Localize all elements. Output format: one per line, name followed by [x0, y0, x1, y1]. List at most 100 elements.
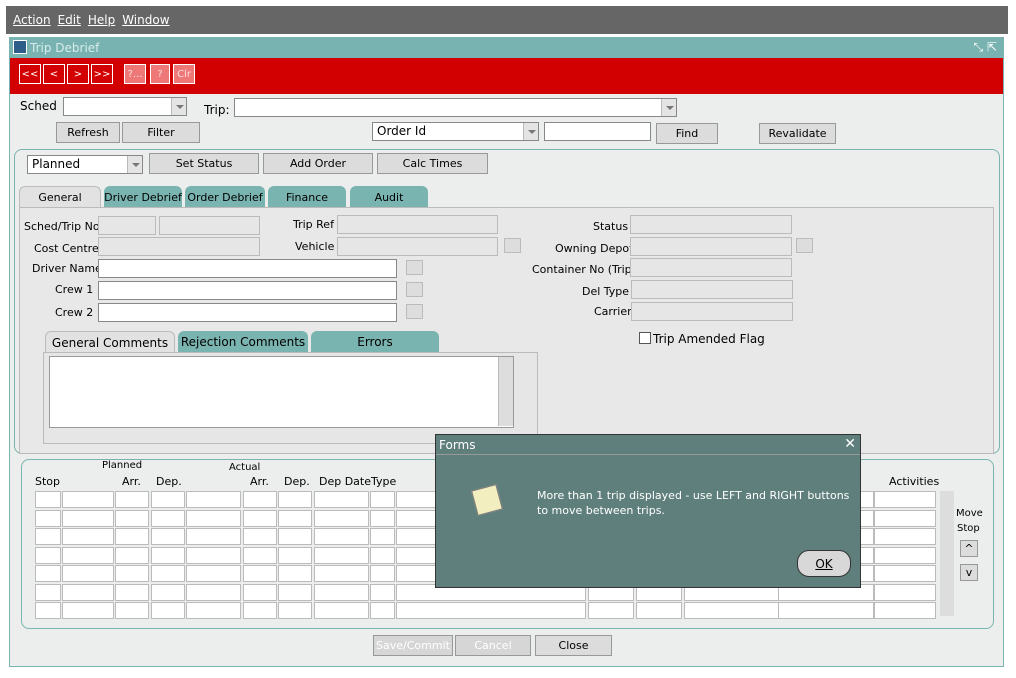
stops-grid-cell[interactable] — [186, 509, 241, 527]
stops-grid-cell[interactable] — [35, 583, 61, 601]
stops-grid-cell[interactable] — [370, 528, 395, 545]
stops-grid-cell[interactable] — [243, 491, 277, 508]
chevron-down-icon[interactable] — [661, 99, 676, 116]
stops-grid-cell[interactable] — [186, 491, 241, 508]
stops-grid-cell[interactable] — [778, 602, 874, 619]
stops-grid-cell[interactable] — [243, 583, 277, 601]
stops-grid-cell[interactable] — [35, 528, 61, 545]
stops-grid-cell[interactable] — [62, 491, 114, 508]
menu-edit[interactable]: Edit — [58, 13, 81, 27]
revalidate-button[interactable]: Revalidate — [759, 123, 836, 144]
save-commit-button[interactable]: Save/Commit — [373, 635, 453, 656]
stops-grid-cell[interactable] — [314, 546, 369, 564]
driver-name-field[interactable] — [98, 259, 397, 278]
menu-help[interactable]: Help — [88, 13, 115, 27]
stops-grid-cell[interactable] — [278, 602, 312, 619]
stops-grid-cell[interactable] — [115, 491, 149, 508]
stops-grid-cell[interactable] — [243, 565, 277, 582]
move-stop-down-button[interactable]: v — [960, 564, 978, 581]
stops-grid-cell[interactable] — [151, 491, 185, 508]
ok-button[interactable]: OK — [797, 550, 851, 577]
first-record-button[interactable]: << — [19, 64, 41, 84]
stops-grid-cell[interactable] — [186, 546, 241, 564]
stops-grid-cell[interactable] — [874, 509, 936, 527]
stops-grid-cell[interactable] — [151, 583, 185, 601]
stops-grid-cell[interactable] — [186, 583, 241, 601]
stops-grid-cell[interactable] — [874, 583, 936, 601]
search-type-select[interactable]: Order Id — [372, 122, 539, 141]
refresh-button[interactable]: Refresh — [56, 122, 120, 143]
stops-grid-cell[interactable] — [62, 528, 114, 545]
stops-grid-cell[interactable] — [151, 546, 185, 564]
stops-grid-cell[interactable] — [35, 509, 61, 527]
comments-scrollbar[interactable] — [498, 357, 513, 426]
set-status-button[interactable]: Set Status — [149, 153, 259, 174]
tab-audit[interactable]: Audit — [350, 186, 428, 208]
chevron-down-icon[interactable] — [523, 123, 538, 140]
find-button[interactable]: Find — [656, 123, 718, 144]
stops-grid-cell[interactable] — [151, 602, 185, 619]
cancel-button[interactable]: Cancel — [455, 635, 531, 656]
comments-textarea[interactable] — [49, 356, 514, 428]
container-no-field[interactable] — [630, 258, 792, 277]
stops-grid-cell[interactable] — [314, 509, 369, 527]
tab-driver-debrief[interactable]: Driver Debrief — [104, 186, 182, 208]
sched-no-field[interactable] — [98, 216, 156, 235]
stops-grid-cell[interactable] — [35, 602, 61, 619]
chevron-down-icon[interactable] — [171, 98, 186, 115]
stops-grid-cell[interactable] — [370, 565, 395, 582]
stops-grid-cell[interactable] — [243, 602, 277, 619]
stops-grid-cell[interactable] — [314, 528, 369, 545]
stops-grid-cell[interactable] — [314, 602, 369, 619]
trip-no-field[interactable] — [159, 216, 260, 235]
stops-grid-cell[interactable] — [588, 602, 634, 619]
stops-grid-cell[interactable] — [278, 509, 312, 527]
stops-grid-cell[interactable] — [278, 528, 312, 545]
stops-grid-cell[interactable] — [62, 509, 114, 527]
stops-grid-cell[interactable] — [35, 546, 61, 564]
stops-grid-cell[interactable] — [243, 509, 277, 527]
close-icon[interactable]: ✕ — [844, 436, 856, 452]
clear-button[interactable]: Clr — [173, 64, 195, 84]
status-select[interactable]: Planned — [27, 155, 143, 174]
stops-grid-cell[interactable] — [62, 602, 114, 619]
trip-ref-field[interactable] — [337, 215, 498, 234]
owning-depot-field[interactable] — [630, 237, 792, 256]
crew1-lov-button[interactable] — [406, 282, 423, 297]
carrier-field[interactable] — [631, 302, 793, 321]
stops-grid-cell[interactable] — [278, 565, 312, 582]
chevron-down-icon[interactable] — [127, 156, 142, 173]
tab-finance[interactable]: Finance — [268, 186, 346, 208]
stops-grid-cell[interactable] — [278, 546, 312, 564]
move-stop-up-button[interactable]: ^ — [960, 540, 978, 557]
stops-grid-cell[interactable] — [35, 565, 61, 582]
sched-select[interactable] — [63, 97, 187, 116]
tab-order-debrief[interactable]: Order Debrief — [185, 186, 265, 208]
prev-record-button[interactable]: < — [43, 64, 65, 84]
stops-grid-cell[interactable] — [62, 583, 114, 601]
menu-window[interactable]: Window — [122, 13, 169, 27]
stops-scrollbar[interactable] — [940, 491, 954, 616]
crew2-lov-button[interactable] — [406, 304, 423, 319]
crew1-field[interactable] — [98, 281, 397, 300]
stops-grid-cell[interactable] — [151, 565, 185, 582]
stops-grid-cell[interactable] — [636, 602, 682, 619]
status-field[interactable] — [630, 215, 792, 234]
add-order-button[interactable]: Add Order — [263, 153, 373, 174]
calc-times-button[interactable]: Calc Times — [377, 153, 488, 174]
stops-grid-cell[interactable] — [278, 583, 312, 601]
stops-grid-cell[interactable] — [370, 509, 395, 527]
stops-grid-cell[interactable] — [115, 602, 149, 619]
trip-amended-checkbox[interactable] — [639, 332, 651, 344]
stops-grid-cell[interactable] — [370, 583, 395, 601]
stops-grid-cell[interactable] — [243, 546, 277, 564]
stops-grid-cell[interactable] — [186, 602, 241, 619]
tab-general-comments[interactable]: General Comments — [45, 331, 175, 353]
stops-grid-cell[interactable] — [874, 546, 936, 564]
owning-depot-lov-button[interactable] — [796, 238, 813, 253]
cost-centre-field[interactable] — [98, 237, 260, 256]
stops-grid-cell[interactable] — [151, 509, 185, 527]
help-button[interactable]: ? — [150, 64, 170, 84]
stops-grid-cell[interactable] — [684, 602, 780, 619]
trip-select[interactable] — [234, 98, 677, 117]
